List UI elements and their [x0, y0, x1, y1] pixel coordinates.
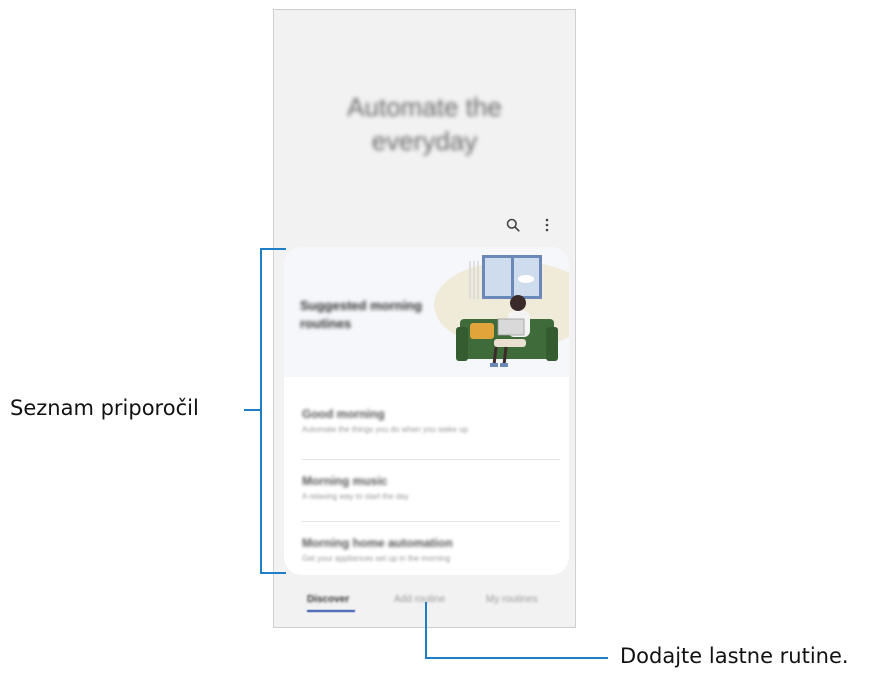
card-header[interactable]: Suggested morning routines [284, 247, 569, 377]
manual-illustration: Automate the everyday Suggested morning … [0, 0, 881, 673]
tab-add-routine[interactable]: Add routine [394, 594, 445, 605]
tab-my-routines[interactable]: My routines [486, 594, 538, 605]
left-bracket-bottom [260, 572, 286, 574]
left-bracket-top [260, 248, 286, 250]
search-icon[interactable] [503, 215, 523, 235]
routine-item[interactable]: Morning music A relaxing way to start th… [302, 459, 560, 520]
hero-title-line-1: Automate the [347, 92, 502, 122]
left-bracket-vertical [260, 248, 262, 574]
routine-subtitle: Automate the things you do when you wake… [302, 425, 468, 434]
routine-subtitle: A relaxing way to start the day [302, 492, 409, 501]
bottom-callout-label: Dodajte lastne rutine. [620, 644, 849, 668]
routine-subtitle: Get your appliances set up in the mornin… [302, 554, 451, 563]
hero-title-line-2: everyday [371, 126, 478, 156]
bottom-callout-vertical [425, 602, 427, 659]
top-toolbar [503, 215, 557, 235]
tab-discover[interactable]: Discover [307, 594, 349, 605]
phone-screen: Automate the everyday Suggested morning … [273, 9, 576, 628]
left-callout-leader [244, 409, 260, 411]
routine-title: Morning music [302, 474, 388, 488]
routine-item[interactable]: Morning home automation Get your applian… [302, 521, 560, 575]
card-title: Suggested morning routines [300, 298, 423, 331]
routine-title: Good morning [302, 407, 385, 421]
recommendation-card: Suggested morning routines Good morning … [284, 247, 569, 575]
left-callout-label: Seznam priporočil [10, 396, 199, 420]
morning-illustration [434, 255, 569, 367]
bottom-callout-horizontal [425, 657, 608, 659]
routine-item[interactable]: Good morning Automate the things you do … [302, 397, 560, 457]
tab-active-indicator [307, 610, 355, 612]
routine-title: Morning home automation [302, 536, 453, 550]
hero-title: Automate the everyday [274, 90, 575, 158]
more-vert-icon[interactable] [537, 215, 557, 235]
